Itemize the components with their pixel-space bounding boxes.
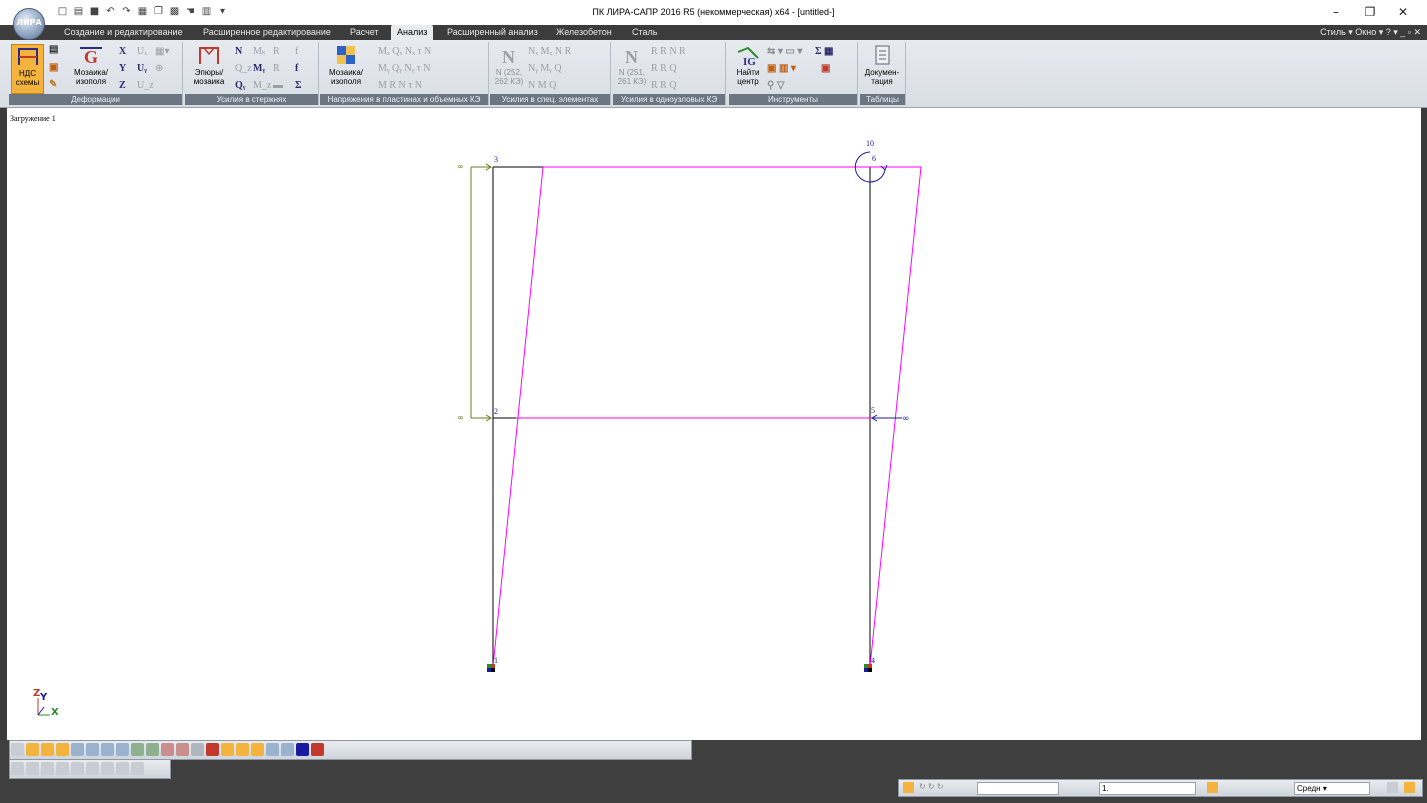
undeformed-frame <box>492 166 871 667</box>
cube-view-5-icon[interactable] <box>71 762 84 775</box>
rotate-icon[interactable] <box>26 743 39 756</box>
fit-icon[interactable] <box>86 743 99 756</box>
apply-icon[interactable] <box>1387 782 1398 793</box>
coord2-icon[interactable] <box>281 743 294 756</box>
load-symbol: ∞ <box>457 162 464 171</box>
cube-view-6-icon[interactable] <box>86 762 99 775</box>
support-node-1[interactable] <box>487 664 495 672</box>
bottom-toolbar-1[interactable] <box>9 740 692 760</box>
cube-view-1-icon[interactable] <box>11 762 24 775</box>
bottom-toolbar-2[interactable] <box>9 759 171 779</box>
status-toolbar: ↻ ↻ ↻ 1. Средн ▾ <box>898 779 1423 797</box>
load-case-input[interactable]: 1. <box>1099 782 1196 795</box>
node-label: 1 <box>494 656 498 665</box>
load-symbol: ∞ <box>457 413 464 422</box>
measure-icon[interactable] <box>311 743 324 756</box>
node-label: 5 <box>871 406 875 415</box>
taskbar-strip <box>0 796 1427 803</box>
cube-view-3-icon[interactable] <box>41 762 54 775</box>
cube-view-2-icon[interactable] <box>26 762 39 775</box>
pan-icon[interactable] <box>71 743 84 756</box>
node-label: 6 <box>872 154 876 163</box>
layer-icon[interactable] <box>146 743 159 756</box>
history-icons[interactable]: ↻ ↻ ↻ <box>919 782 974 793</box>
cube-view-4-icon[interactable] <box>56 762 69 775</box>
node-label: 2 <box>494 407 498 416</box>
status-field-1[interactable] <box>977 782 1059 795</box>
frame-model: ∞ ∞ ∞ 3 2 6 5 10 1 4 Z Y X <box>33 139 922 718</box>
element-icon[interactable] <box>176 743 189 756</box>
undo-step-icon[interactable] <box>903 782 914 793</box>
paint-icon[interactable] <box>221 743 234 756</box>
node-label: 10 <box>866 139 874 148</box>
coord-icon[interactable] <box>266 743 279 756</box>
node-label: 4 <box>871 656 875 665</box>
select-icon[interactable] <box>11 743 24 756</box>
fragment-icon[interactable] <box>131 743 144 756</box>
axis-y-label: Y <box>39 692 48 703</box>
node-icon[interactable] <box>161 743 174 756</box>
distributed-load: ∞ ∞ <box>457 162 492 422</box>
deformed-column-right <box>869 166 922 668</box>
cube-view-7-icon[interactable] <box>101 762 114 775</box>
node-force-5: ∞ <box>871 414 910 424</box>
persp-view-icon[interactable] <box>131 762 144 775</box>
node-label: 3 <box>494 155 498 164</box>
brush-icon[interactable] <box>236 743 249 756</box>
deformed-shape <box>492 166 922 668</box>
axis-triad: Z Y X <box>33 688 59 718</box>
axis-x-label: X <box>51 707 59 718</box>
refresh-icon[interactable] <box>296 743 309 756</box>
support-node-4[interactable] <box>864 664 872 672</box>
grid-toggle-icon[interactable] <box>41 743 54 756</box>
view-icon[interactable] <box>101 743 114 756</box>
deformed-column-left <box>492 166 544 668</box>
delete-icon[interactable] <box>206 743 219 756</box>
flag-icon[interactable] <box>1404 782 1415 793</box>
quality-dropdown[interactable]: Средн ▾ <box>1294 782 1370 795</box>
iso-view-icon[interactable] <box>116 762 129 775</box>
axis-icon[interactable] <box>251 743 264 756</box>
app-menu-logo-icon[interactable]: ЛИРА <box>13 8 45 40</box>
zoom-icon[interactable] <box>56 743 69 756</box>
scale-icon[interactable] <box>1207 782 1218 793</box>
svg-text:∞: ∞ <box>902 414 910 424</box>
filter-icon[interactable] <box>116 743 129 756</box>
search-icon[interactable] <box>191 743 204 756</box>
